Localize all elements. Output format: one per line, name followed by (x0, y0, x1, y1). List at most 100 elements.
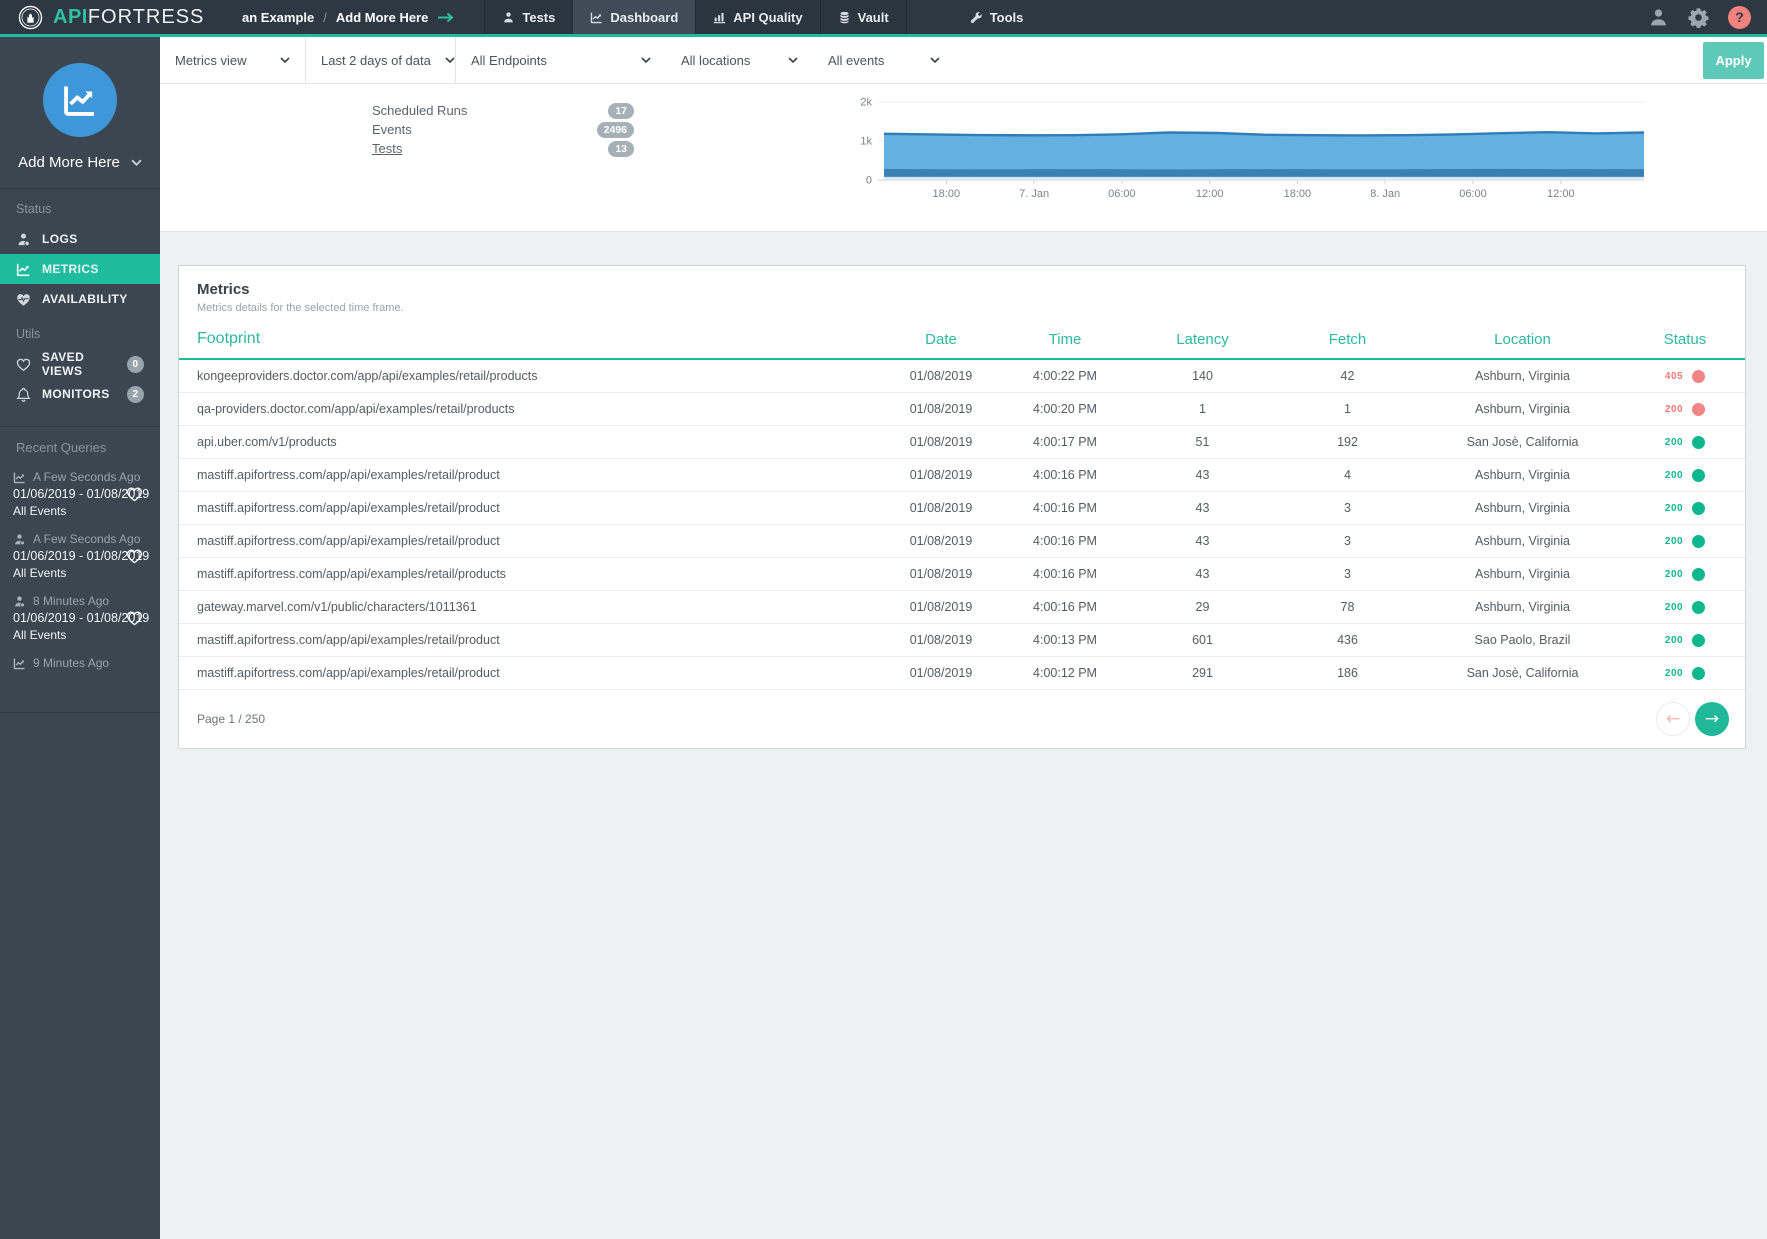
brand[interactable]: APIFORTRESS (0, 0, 228, 34)
status-dot-icon (1692, 403, 1705, 416)
sidebar-item-logs[interactable]: LOGS (0, 224, 160, 254)
tab-dashboard[interactable]: Dashboard (572, 0, 695, 34)
svg-text:18:00: 18:00 (1284, 188, 1312, 200)
status-dot-icon (1692, 436, 1705, 449)
chevron-down-icon (930, 57, 940, 63)
column-location[interactable]: Location (1420, 331, 1625, 348)
recent-query-ago-label: A Few Seconds Ago (33, 532, 140, 546)
breadcrumb-page[interactable]: Add More Here (336, 10, 428, 25)
heart-icon (16, 357, 32, 372)
status-dot-icon (1692, 667, 1705, 680)
sidebar-item-monitors[interactable]: MONITORS2 (0, 379, 160, 409)
svg-text:06:00: 06:00 (1108, 188, 1136, 200)
column-latency[interactable]: Latency (1130, 331, 1275, 348)
cell-date: 01/08/2019 (882, 402, 1000, 416)
table-row[interactable]: api.uber.com/v1/products01/08/20194:00:1… (179, 426, 1745, 459)
cell-location: Ashburn, Virginia (1420, 501, 1625, 515)
favorite-heart-icon[interactable] (126, 548, 150, 564)
cell-time: 4:00:22 PM (1000, 369, 1130, 383)
tab-tools[interactable]: Tools (953, 0, 1041, 34)
gear-icon[interactable] (1688, 7, 1709, 28)
cell-footprint: kongeeproviders.doctor.com/app/api/examp… (179, 369, 882, 383)
recent-query-range: 01/06/2019 - 01/08/2019 (13, 611, 126, 625)
recent-query-scope: All Events (13, 566, 126, 580)
cell-time: 4:00:16 PM (1000, 501, 1130, 515)
column-footprint[interactable]: Footprint (179, 330, 882, 348)
column-fetch[interactable]: Fetch (1275, 331, 1420, 348)
previous-page-button[interactable]: ← (1656, 702, 1690, 736)
status-code: 200 (1665, 635, 1683, 646)
cell-date: 01/08/2019 (882, 534, 1000, 548)
favorite-heart-icon[interactable] (126, 610, 150, 626)
metrics-table-body: kongeeproviders.doctor.com/app/api/examp… (179, 360, 1745, 690)
table-row[interactable]: mastiff.apifortress.com/app/api/examples… (179, 492, 1745, 525)
recent-query-scope: All Events (13, 628, 126, 642)
summary-label: Events (372, 122, 412, 137)
cell-footprint: mastiff.apifortress.com/app/api/examples… (179, 534, 882, 548)
cell-date: 01/08/2019 (882, 501, 1000, 515)
svg-text:06:00: 06:00 (1459, 188, 1487, 200)
cell-date: 01/08/2019 (882, 435, 1000, 449)
endpoints-dropdown[interactable]: All Endpoints (456, 37, 666, 83)
table-row[interactable]: mastiff.apifortress.com/app/api/examples… (179, 525, 1745, 558)
recent-query-item[interactable]: 8 Minutes Ago01/06/2019 - 01/08/2019All … (0, 587, 160, 649)
recent-query-item[interactable]: A Few Seconds Ago01/06/2019 - 01/08/2019… (0, 525, 160, 587)
main-content: Metrics view Last 2 days of data All End… (160, 37, 1767, 1239)
recent-queries-list: A Few Seconds Ago 01/06/2019 - 01/08/2019… (0, 463, 160, 713)
section-title-utils: Utils (0, 314, 160, 349)
status-code: 405 (1665, 371, 1683, 382)
sidebar-item-metrics[interactable]: METRICS (0, 254, 160, 284)
table-row[interactable]: mastiff.apifortress.com/app/api/examples… (179, 657, 1745, 690)
project-avatar[interactable] (43, 63, 117, 137)
events-chart: 01k2k18:007. Jan06:0012:0018:008. Jan06:… (808, 90, 1688, 210)
tab-label: Tests (522, 10, 555, 25)
help-icon[interactable]: ? (1728, 6, 1751, 29)
cell-date: 01/08/2019 (882, 666, 1000, 680)
column-date[interactable]: Date (882, 331, 1000, 348)
table-row[interactable]: kongeeproviders.doctor.com/app/api/examp… (179, 360, 1745, 393)
events-dropdown[interactable]: All events (813, 37, 955, 83)
cell-fetch: 192 (1275, 435, 1420, 449)
svg-text:0: 0 (866, 175, 872, 187)
tab-vault[interactable]: Vault (820, 0, 907, 34)
table-row[interactable]: mastiff.apifortress.com/app/api/examples… (179, 558, 1745, 591)
view-mode-dropdown[interactable]: Metrics view (160, 37, 306, 83)
favorite-heart-icon[interactable] (126, 486, 150, 502)
status-code: 200 (1665, 503, 1683, 514)
locations-dropdown[interactable]: All locations (666, 37, 813, 83)
table-row[interactable]: mastiff.apifortress.com/app/api/examples… (179, 624, 1745, 657)
apply-button[interactable]: Apply (1703, 42, 1764, 79)
tab-tests[interactable]: Tests (484, 0, 572, 34)
cell-latency: 43 (1130, 567, 1275, 581)
table-row[interactable]: mastiff.apifortress.com/app/api/examples… (179, 459, 1745, 492)
next-page-button[interactable]: → (1695, 702, 1729, 736)
user-account-icon[interactable] (1648, 7, 1669, 28)
column-status[interactable]: Status (1625, 331, 1745, 348)
cell-status: 200 (1625, 403, 1745, 416)
cell-time: 4:00:16 PM (1000, 468, 1130, 482)
column-time[interactable]: Time (1000, 331, 1130, 348)
cell-time: 4:00:17 PM (1000, 435, 1130, 449)
table-row[interactable]: qa-providers.doctor.com/app/api/examples… (179, 393, 1745, 426)
cell-fetch: 3 (1275, 567, 1420, 581)
recent-query-scope: All Events (13, 504, 126, 518)
cell-time: 4:00:16 PM (1000, 567, 1130, 581)
summary-label[interactable]: Tests (372, 141, 402, 156)
recent-query-ago-label: 9 Minutes Ago (33, 656, 109, 670)
recent-query-item[interactable]: 9 Minutes Ago (0, 649, 160, 677)
sidebar-item-availability[interactable]: AVAILABILITY (0, 284, 160, 314)
sidebar-item-saved-views[interactable]: SAVED VIEWS0 (0, 349, 160, 379)
breadcrumb-arrow-icon[interactable] (437, 12, 454, 23)
navbar: APIFORTRESS an Example / Add More Here T… (0, 0, 1767, 37)
recent-query-item[interactable]: A Few Seconds Ago01/06/2019 - 01/08/2019… (0, 463, 160, 525)
project-selector[interactable]: Add More Here (0, 154, 160, 171)
breadcrumb-project[interactable]: an Example (242, 10, 314, 25)
cell-status: 200 (1625, 601, 1745, 614)
table-row[interactable]: gateway.marvel.com/v1/public/characters/… (179, 591, 1745, 624)
timeframe-dropdown[interactable]: Last 2 days of data (306, 37, 456, 83)
api-quality-icon (713, 11, 726, 24)
chevron-down-icon (641, 57, 651, 63)
cell-date: 01/08/2019 (882, 567, 1000, 581)
status-dot-icon (1692, 568, 1705, 581)
tab-api-quality[interactable]: API Quality (695, 0, 819, 34)
